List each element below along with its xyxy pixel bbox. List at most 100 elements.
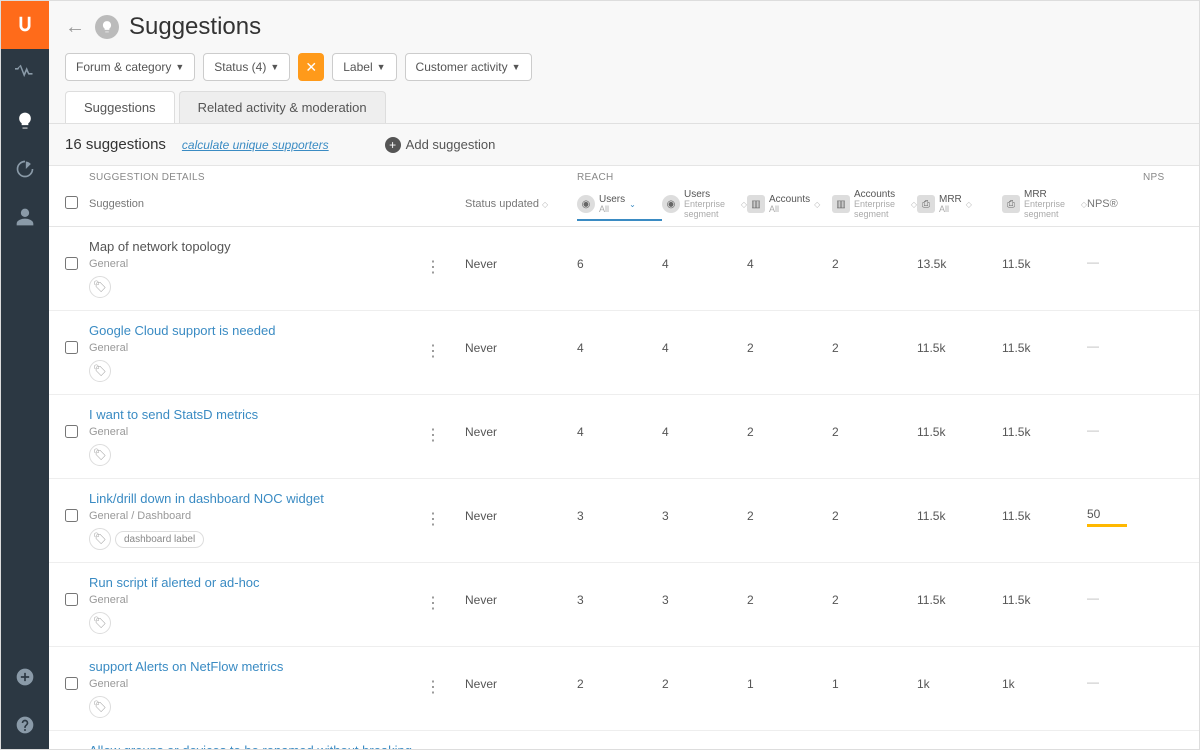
nav-add-icon[interactable]	[1, 653, 49, 701]
cell-nps: —	[1087, 239, 1127, 269]
cell-reach-4: 11.5k	[917, 323, 1002, 355]
row-menu-icon[interactable]: ⋮	[425, 575, 465, 613]
col-header-suggestion[interactable]: Suggestion	[89, 198, 425, 210]
nav-analytics-icon[interactable]	[1, 145, 49, 193]
select-all-checkbox[interactable]	[65, 196, 78, 209]
row-checkbox[interactable]	[65, 425, 78, 438]
suggestion-title-link[interactable]: support Alerts on NetFlow metrics	[89, 659, 425, 674]
row-checkbox[interactable]	[65, 341, 78, 354]
cell-reach-5: 11.5k	[1002, 239, 1087, 271]
row-menu-icon[interactable]: ⋮	[425, 743, 465, 749]
calc-supporters-link[interactable]: calculate unique supporters	[182, 138, 329, 152]
cell-reach-1: 2	[662, 659, 747, 691]
cell-reach-1: 3	[662, 575, 747, 607]
filter-activity[interactable]: Customer activity▼	[405, 53, 532, 81]
row-tags: 🏷	[89, 612, 425, 634]
group-header-reach: REACH	[577, 172, 1143, 183]
mrr-icon: ⎙	[1002, 195, 1020, 213]
suggestion-title-link[interactable]: I want to send StatsD metrics	[89, 407, 425, 422]
nav-activity-icon[interactable]	[1, 49, 49, 97]
cell-reach-3: 2	[832, 743, 917, 749]
filters-row: Forum & category▼ Status (4)▼ ✕ Label▼ C…	[65, 53, 1183, 81]
cell-reach-3: 1	[832, 659, 917, 691]
logo[interactable]	[1, 1, 49, 49]
row-tags: 🏷	[89, 360, 425, 382]
row-menu-icon[interactable]: ⋮	[425, 239, 465, 277]
cell-reach-0: 2	[577, 743, 662, 749]
suggestion-title-link[interactable]: Google Cloud support is needed	[89, 323, 425, 338]
row-menu-icon[interactable]: ⋮	[425, 407, 465, 445]
col-header-reach-4[interactable]: ⎙MRRAll◇	[917, 194, 1002, 215]
cell-reach-5: 11.5k	[1002, 323, 1087, 355]
cell-reach-2: 2	[747, 743, 832, 749]
page-bulb-icon	[95, 15, 119, 39]
tag-icon[interactable]: 🏷	[89, 276, 111, 298]
row-checkbox[interactable]	[65, 593, 78, 606]
cell-reach-1: 2	[662, 743, 747, 749]
tag-icon[interactable]: 🏷	[89, 444, 111, 466]
table-row: Google Cloud support is neededGeneral🏷⋮N…	[49, 311, 1199, 395]
back-arrow-icon[interactable]: ←	[65, 16, 85, 39]
nav-suggestions-icon[interactable]	[1, 97, 49, 145]
col-header-reach-2[interactable]: ▥AccountsAll◇	[747, 194, 832, 215]
row-details: Link/drill down in dashboard NOC widgetG…	[89, 491, 425, 550]
col-header-reach-1[interactable]: ◉UsersEnterprise segment◇	[662, 189, 747, 220]
nav-users-icon[interactable]	[1, 193, 49, 241]
mrr-icon: ⎙	[917, 195, 935, 213]
row-tags: 🏷	[89, 696, 425, 718]
col-header-nps[interactable]: NPS®	[1087, 198, 1127, 210]
cell-reach-0: 6	[577, 239, 662, 271]
table-row: Allow groups or devices to be renamed wi…	[49, 731, 1199, 749]
page-header: ← Suggestions Forum & category▼ Status (…	[49, 1, 1199, 124]
row-checkbox[interactable]	[65, 257, 78, 270]
row-menu-icon[interactable]: ⋮	[425, 491, 465, 529]
cell-reach-0: 3	[577, 491, 662, 523]
cell-reach-2: 2	[747, 323, 832, 355]
nav-help-icon[interactable]	[1, 701, 49, 749]
sort-icon: ◇	[814, 200, 820, 209]
tag-icon[interactable]: 🏷	[89, 528, 111, 550]
suggestion-meta: General	[89, 594, 425, 606]
plus-icon: +	[385, 137, 401, 153]
sort-icon: ⌄	[629, 200, 636, 209]
row-menu-icon[interactable]: ⋮	[425, 659, 465, 697]
suggestion-title-link[interactable]: Allow groups or devices to be renamed wi…	[89, 743, 425, 749]
tab-suggestions[interactable]: Suggestions	[65, 91, 175, 123]
cell-reach-5: 11.5k	[1002, 491, 1087, 523]
cell-reach-3: 2	[832, 239, 917, 271]
table-row: support Alerts on NetFlow metrics General…	[49, 647, 1199, 731]
filter-status[interactable]: Status (4)▼	[203, 53, 290, 81]
cell-nps: 50	[1087, 491, 1127, 527]
cell-reach-4: 11.5k	[917, 575, 1002, 607]
col-header-reach-0[interactable]: ◉UsersAll⌄	[577, 194, 662, 221]
cell-reach-2: 1	[747, 659, 832, 691]
col-header-status[interactable]: Status updated◇	[465, 198, 577, 210]
row-checkbox[interactable]	[65, 677, 78, 690]
suggestion-title-link[interactable]: Link/drill down in dashboard NOC widget	[89, 491, 425, 506]
col-header-reach-3[interactable]: ▥AccountsEnterprise segment◇	[832, 189, 917, 220]
table-row: Link/drill down in dashboard NOC widgetG…	[49, 479, 1199, 563]
tag-icon[interactable]: 🏷	[89, 612, 111, 634]
suggestion-meta: General	[89, 678, 425, 690]
add-suggestion-button[interactable]: + Add suggestion	[385, 137, 496, 153]
suggestion-title-link[interactable]: Map of network topology	[89, 239, 425, 254]
tag-icon[interactable]: 🏷	[89, 360, 111, 382]
col-header-reach-5[interactable]: ⎙MRREnterprise segment◇	[1002, 189, 1087, 220]
group-header-nps: NPS	[1143, 172, 1183, 183]
tab-related[interactable]: Related activity & moderation	[179, 91, 386, 123]
cell-reach-0: 4	[577, 323, 662, 355]
filter-clear-button[interactable]: ✕	[298, 53, 324, 81]
row-menu-icon[interactable]: ⋮	[425, 323, 465, 361]
suggestion-title-link[interactable]: Run script if alerted or ad-hoc	[89, 575, 425, 590]
filter-forum[interactable]: Forum & category▼	[65, 53, 195, 81]
row-checkbox[interactable]	[65, 509, 78, 522]
row-tags: 🏷	[89, 276, 425, 298]
col-label: MRREnterprise segment	[1024, 189, 1077, 220]
label-pill[interactable]: dashboard label	[115, 531, 204, 548]
filter-label[interactable]: Label▼	[332, 53, 396, 81]
cell-reach-5: 11.5k	[1002, 407, 1087, 439]
row-details: Run script if alerted or ad-hoc General 🏷	[89, 575, 425, 634]
tag-icon[interactable]: 🏷	[89, 696, 111, 718]
suggestion-count: 16 suggestions	[65, 136, 166, 153]
cell-status: Never	[465, 491, 577, 523]
